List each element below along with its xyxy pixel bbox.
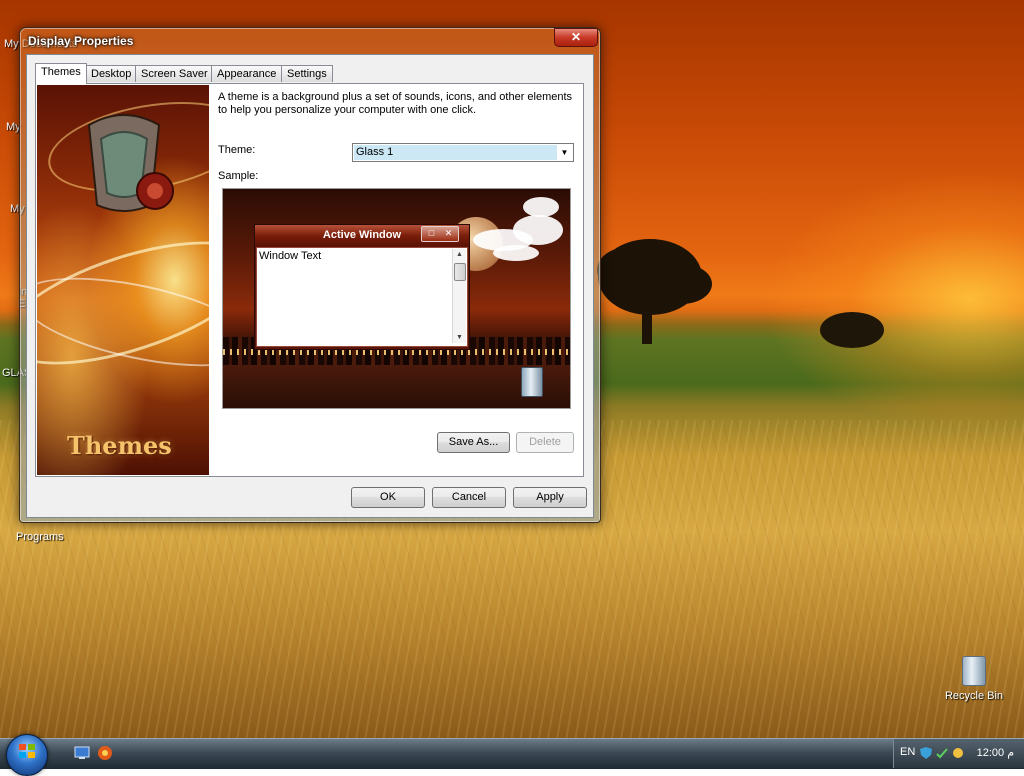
sunset-glow (760, 170, 1024, 430)
sample-recycle-bin-icon (521, 367, 543, 397)
scrollbar-thumb (454, 263, 466, 281)
chevron-down-icon[interactable]: ▼ (557, 145, 572, 160)
tab-appearance[interactable]: Appearance (211, 65, 283, 82)
recycle-bin-icon (962, 656, 986, 686)
browser-icon[interactable] (97, 745, 113, 761)
language-indicator[interactable]: EN (900, 746, 915, 758)
system-tray: EN 12:00 م (893, 739, 1024, 768)
dialog-client-area: Themes Desktop Screen Saver Appearance S… (26, 54, 594, 518)
network-icon[interactable] (936, 747, 948, 759)
cancel-button[interactable]: Cancel (432, 487, 506, 508)
sample-caption-buttons: □ ✕ (421, 226, 459, 242)
apply-button[interactable]: Apply (513, 487, 587, 508)
theme-sample-preview: Active Window □ ✕ Window Text ▲ ▼ (222, 188, 571, 409)
sample-window-text: Window Text (259, 250, 322, 262)
theme-dropdown-value: Glass 1 (354, 145, 557, 160)
theme-dropdown[interactable]: Glass 1 ▼ (352, 143, 574, 162)
desktop-icon-recycle-bin[interactable]: Recycle Bin (944, 656, 1004, 702)
start-button[interactable] (6, 734, 48, 776)
tree-silhouette (597, 239, 712, 344)
sample-label: Sample: (218, 170, 259, 182)
tab-settings[interactable]: Settings (281, 65, 333, 82)
show-desktop-icon[interactable] (74, 745, 90, 761)
themes-tab-panel: Themes A theme is a background plus a se… (35, 83, 584, 477)
tab-themes[interactable]: Themes (35, 63, 87, 84)
distant-tree-silhouette (820, 312, 884, 348)
delete-button[interactable]: Delete (516, 432, 574, 453)
security-shield-icon[interactable] (920, 747, 932, 759)
recycle-bin-label: Recycle Bin (944, 690, 1004, 702)
display-properties-window: Display Properties ✕ Themes Desktop Scre… (19, 27, 601, 523)
themes-banner-title: Themes (67, 431, 172, 460)
maximize-icon: □ (428, 228, 435, 238)
taskbar (0, 738, 1024, 769)
theme-label: Theme: (218, 144, 256, 156)
close-icon: ✕ (444, 228, 453, 238)
windows-logo-icon (19, 744, 35, 758)
window-title: Display Properties (28, 34, 134, 48)
sample-active-window: Active Window □ ✕ Window Text ▲ ▼ (254, 224, 470, 350)
ok-button[interactable]: OK (351, 487, 425, 508)
save-as-button[interactable]: Save As... (437, 432, 510, 453)
scroll-up-icon: ▲ (456, 251, 463, 258)
display-monitor-icon (87, 114, 174, 212)
desktop-icon-programs[interactable]: Programs (16, 531, 64, 543)
tab-screen-saver[interactable]: Screen Saver (135, 65, 214, 82)
update-icon[interactable] (952, 747, 964, 759)
theme-description: A theme is a background plus a set of so… (218, 91, 573, 116)
tab-desktop[interactable]: Desktop (85, 65, 138, 82)
clock[interactable]: 12:00 م (977, 746, 1014, 759)
themes-banner-image: Themes (37, 85, 209, 475)
scroll-down-icon: ▼ (456, 334, 463, 341)
sample-scrollbar: ▲ ▼ (452, 249, 466, 343)
close-button[interactable]: ✕ (554, 28, 598, 47)
sample-window-body: Window Text ▲ ▼ (256, 247, 468, 347)
